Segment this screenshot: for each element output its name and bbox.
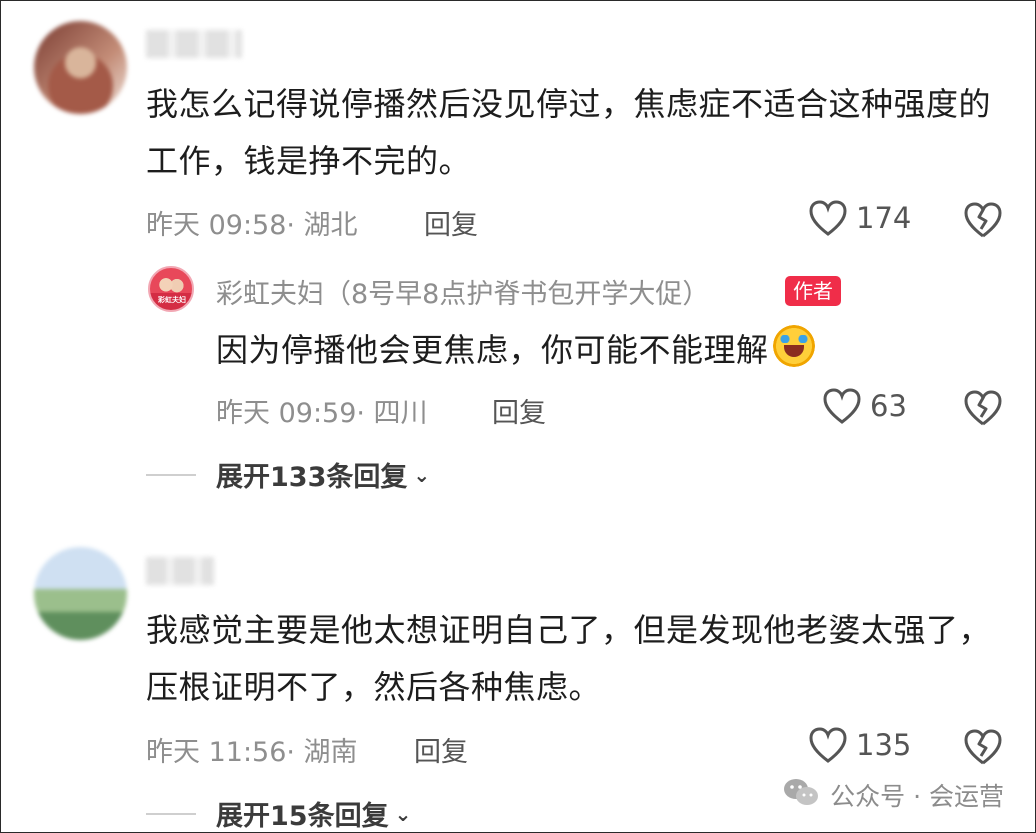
comment-text: 我感觉主要是他太想证明自己了，但是发现他老婆太强了，压根证明不了，然后各种焦虑。: [146, 611, 992, 706]
broken-heart-icon[interactable]: [963, 201, 1003, 239]
chevron-down-icon: ⌄: [394, 801, 412, 826]
author-badge: 作者: [785, 276, 841, 306]
reply-text-content: 因为停播他会更焦虑，你可能不能理解: [216, 331, 769, 369]
like-count: 135: [856, 728, 912, 762]
wechat-icon: [782, 776, 820, 814]
comment-meta: 昨天 09:58· 湖北: [146, 210, 358, 241]
comment-text: 我怎么记得说停播然后没见停过，焦虑症不适合这种强度的工作，钱是挣不完的。: [146, 85, 992, 180]
comment-meta: 昨天 11:56· 湖南: [146, 737, 358, 768]
like-button[interactable]: 63: [822, 387, 907, 425]
author-avatar[interactable]: 彩虹夫妇: [148, 266, 194, 312]
reply-button[interactable]: 回复: [414, 730, 468, 769]
reply-meta: 昨天 09:59· 四川: [216, 398, 428, 429]
author-name[interactable]: 彩虹夫妇（8号早8点护脊书包开学大促）: [216, 272, 709, 311]
commenter-name-redacted[interactable]: [146, 30, 242, 58]
laughing-crying-emoji-icon: [772, 325, 815, 367]
broken-heart-icon[interactable]: [963, 389, 1003, 427]
heart-icon: [808, 726, 848, 764]
reply-text: 因为停播他会更焦虑，你可能不能理解: [216, 322, 815, 379]
divider: [146, 473, 196, 476]
like-count: 174: [856, 201, 912, 235]
heart-icon: [808, 199, 848, 237]
expand-replies-button[interactable]: 展开133条回复 ⌄: [146, 455, 430, 494]
reply-button[interactable]: 回复: [424, 203, 478, 242]
chevron-down-icon: ⌄: [413, 462, 431, 487]
divider: [146, 812, 196, 815]
expand-replies-label: 展开133条回复: [216, 462, 408, 493]
expand-replies-button[interactable]: 展开15条回复 ⌄: [146, 794, 411, 833]
commenter-avatar[interactable]: [34, 21, 127, 114]
watermark: 公众号 · 会运营: [782, 776, 1004, 814]
like-count: 63: [870, 389, 907, 423]
commenter-avatar[interactable]: [34, 547, 127, 640]
commenter-name-redacted[interactable]: [146, 557, 214, 585]
heart-icon: [822, 387, 862, 425]
watermark-text: 公众号 · 会运营: [830, 782, 1004, 811]
like-button[interactable]: 135: [808, 726, 911, 764]
broken-heart-icon[interactable]: [963, 728, 1003, 766]
expand-replies-label: 展开15条回复: [216, 801, 389, 832]
like-button[interactable]: 174: [808, 199, 911, 237]
reply-button[interactable]: 回复: [492, 391, 546, 430]
